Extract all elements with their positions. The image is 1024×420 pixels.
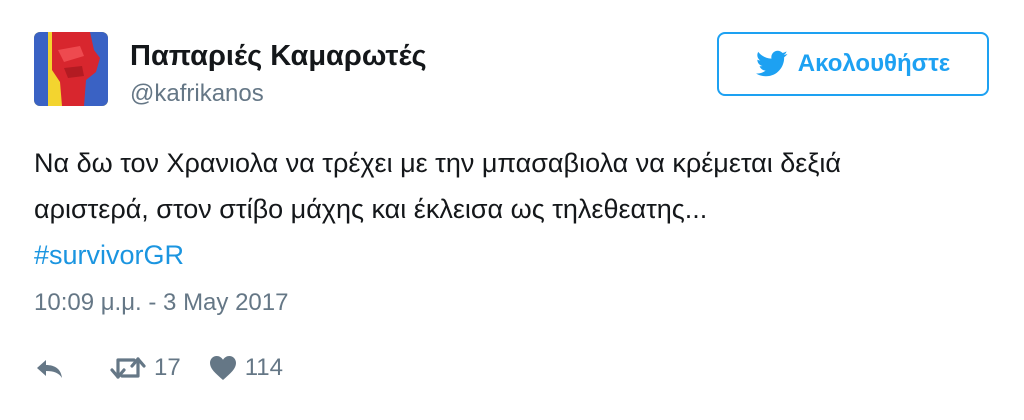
reply-button[interactable] — [34, 356, 70, 380]
tweet-text-line-2: αριστερά, στον στίβο μάχης και έκλεισα ω… — [34, 194, 708, 224]
hashtag-link[interactable]: #survivorGR — [34, 240, 184, 270]
avatar[interactable] — [34, 32, 108, 106]
retweet-icon — [110, 355, 146, 381]
tweet-text: Να δω τον Χρανιολα να τρέχει με την μπασ… — [34, 140, 994, 278]
user-handle[interactable]: @kafrikanos — [130, 80, 264, 108]
embedded-tweet: Παπαριές Καμαρωτές @kafrikanos Ακολουθήσ… — [0, 0, 1024, 420]
heart-icon — [209, 355, 237, 381]
retweet-button[interactable]: 17 — [110, 354, 181, 382]
twitter-bird-icon — [755, 50, 788, 78]
red-hand-glove-avatar-icon — [34, 32, 108, 106]
like-button[interactable]: 114 — [209, 354, 283, 382]
follow-button-label: Ακολουθήστε — [797, 50, 951, 77]
follow-button[interactable]: Ακολουθήστε — [717, 32, 989, 96]
like-count: 114 — [244, 354, 283, 381]
reply-icon — [34, 356, 64, 380]
tweet-actions: 17 114 — [34, 350, 283, 386]
retweet-count: 17 — [154, 354, 181, 381]
tweet-text-line-1: Να δω τον Χρανιολα να τρέχει με την μπασ… — [34, 148, 842, 178]
tweet-timestamp[interactable]: 10:09 μ.μ. - 3 May 2017 — [34, 289, 288, 317]
display-name[interactable]: Παπαριές Καμαρωτές — [130, 40, 427, 73]
